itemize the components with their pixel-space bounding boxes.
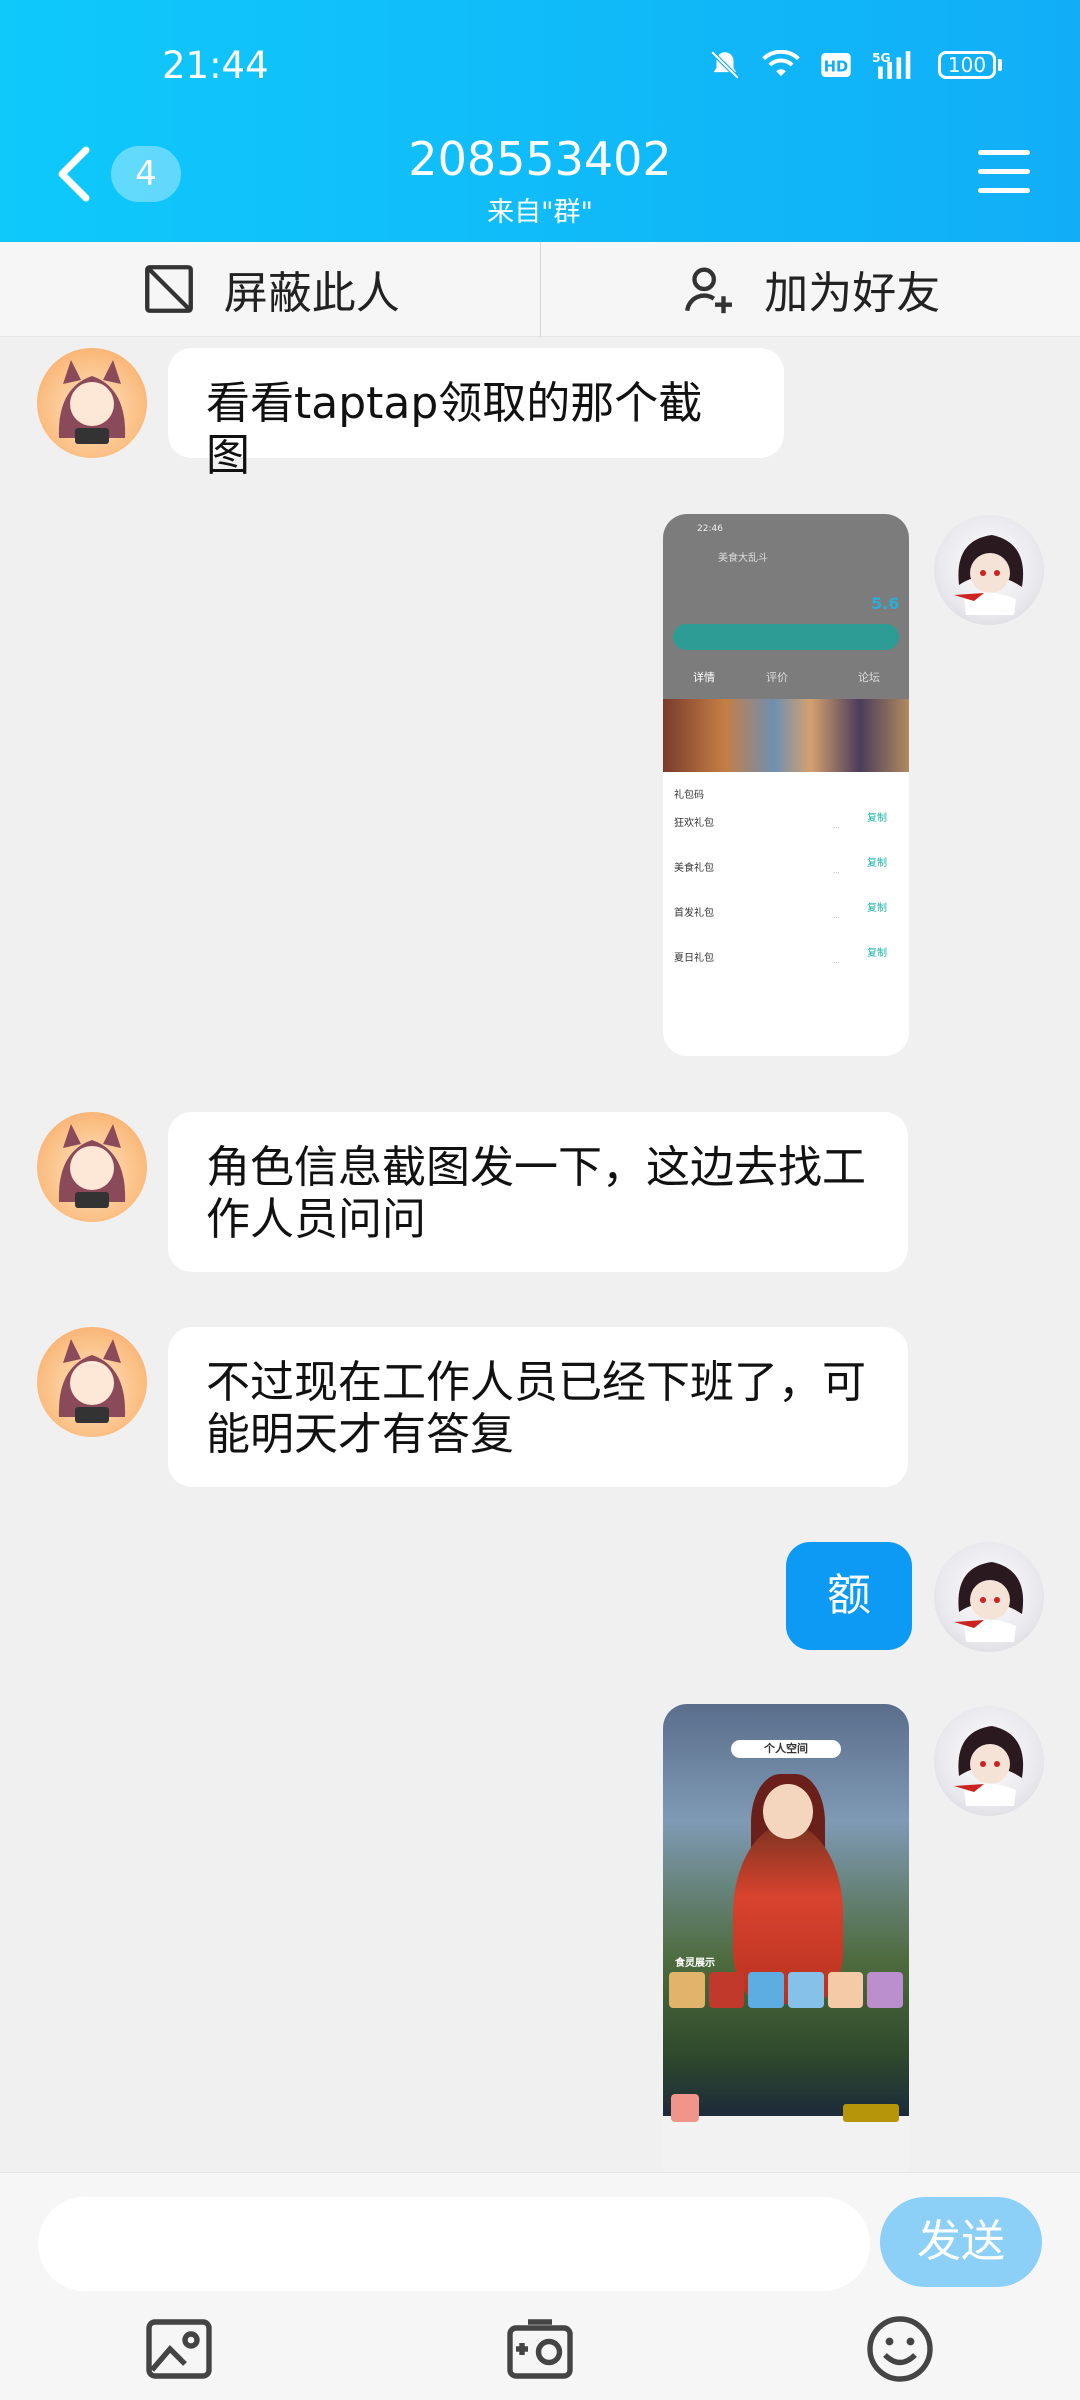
mini-rating: 5.6	[871, 594, 900, 613]
mini-copy-1: 复制	[867, 813, 887, 824]
image-message[interactable]: 个人空间 食灵展示	[663, 1704, 909, 2172]
my-avatar[interactable]	[934, 1706, 1044, 1816]
character-cards	[669, 1972, 904, 2008]
mini-gift-4: 夏日礼包	[674, 953, 714, 964]
mute-bell-icon	[710, 50, 740, 80]
chat-subtitle: 来自"群"	[487, 197, 593, 228]
character-head	[763, 1784, 813, 1839]
add-user-icon	[685, 267, 733, 314]
action-bar: 屏蔽此人 加为好友	[0, 242, 1080, 337]
add-friend-button[interactable]: 加为好友	[541, 242, 1080, 336]
block-user-label: 屏蔽此人	[223, 268, 400, 319]
battery-icon: 100	[938, 51, 1002, 79]
message-bubble[interactable]: 角色信息截图发一下，这边去找工作人员问问	[168, 1112, 908, 1272]
mini-banner	[663, 699, 909, 772]
rank-badge	[843, 2104, 899, 2122]
sender-avatar[interactable]	[37, 1327, 147, 1437]
send-button[interactable]: 发送	[880, 2197, 1042, 2287]
mini-open-button	[673, 624, 899, 650]
mini-gift-2: 美食礼包	[674, 863, 714, 874]
message-text: 额	[827, 1570, 871, 1621]
mini-tab-reviews: 评价	[766, 671, 788, 684]
profile-thumb	[671, 2094, 699, 2122]
hd-icon: HD	[821, 53, 851, 77]
status-icons: HD 5G 100	[708, 48, 1002, 82]
mini-section: 礼包码	[674, 790, 704, 801]
image-message[interactable]: 22:46 美食大乱斗 5.6 详情 评价 论坛 礼包码 狂欢礼包 复制 ···…	[663, 514, 909, 1056]
mini-header-title: 美食大乱斗	[718, 553, 768, 564]
my-avatar[interactable]	[934, 515, 1044, 625]
my-message-bubble[interactable]: 额	[786, 1542, 912, 1650]
mini-tab-forum: 论坛	[858, 671, 880, 684]
block-icon	[144, 265, 193, 313]
camera-icon[interactable]	[504, 2313, 576, 2385]
mini-copy-3: 复制	[867, 903, 887, 914]
message-text: 看看taptap领取的那个截图	[206, 378, 703, 481]
add-friend-label: 加为好友	[764, 268, 941, 319]
mini-copy-4: 复制	[867, 948, 887, 959]
mini-section: 食灵展示	[675, 1958, 715, 1969]
mini-gift-1: 狂欢礼包	[674, 818, 714, 829]
photo-icon[interactable]	[143, 2313, 215, 2385]
block-user-button[interactable]: 屏蔽此人	[0, 242, 540, 336]
chat-header: 21:44 HD 5G 100 4 208553402 来自"群"	[0, 0, 1080, 242]
input-bar: 发送	[0, 2172, 1080, 2400]
svg-text:HD: HD	[824, 59, 848, 76]
wifi-icon	[762, 50, 800, 77]
emoji-icon[interactable]	[864, 2313, 936, 2385]
mini-space-title: 个人空间	[731, 1740, 841, 1758]
5g-signal-icon: 5G	[872, 51, 911, 79]
message-text: 不过现在工作人员已经下班了，可能明天才有答复	[206, 1357, 866, 1460]
message-bubble[interactable]: 看看taptap领取的那个截图	[168, 348, 784, 481]
mini-time: 22:46	[697, 524, 723, 534]
my-avatar[interactable]	[934, 1542, 1044, 1652]
chat-title: 208553402	[408, 132, 672, 186]
sender-avatar[interactable]	[37, 1112, 147, 1222]
sender-avatar[interactable]	[37, 348, 147, 458]
menu-icon[interactable]	[978, 150, 1030, 194]
message-input[interactable]	[38, 2197, 870, 2291]
battery-level: 100	[938, 51, 996, 79]
mini-tab-details: 详情	[693, 671, 715, 684]
status-time: 21:44	[162, 44, 269, 87]
mini-copy-2: 复制	[867, 858, 887, 869]
mini-gift-3: 首发礼包	[674, 908, 714, 919]
message-bubble[interactable]: 不过现在工作人员已经下班了，可能明天才有答复	[168, 1327, 908, 1487]
message-text: 角色信息截图发一下，这边去找工作人员问问	[206, 1142, 866, 1245]
